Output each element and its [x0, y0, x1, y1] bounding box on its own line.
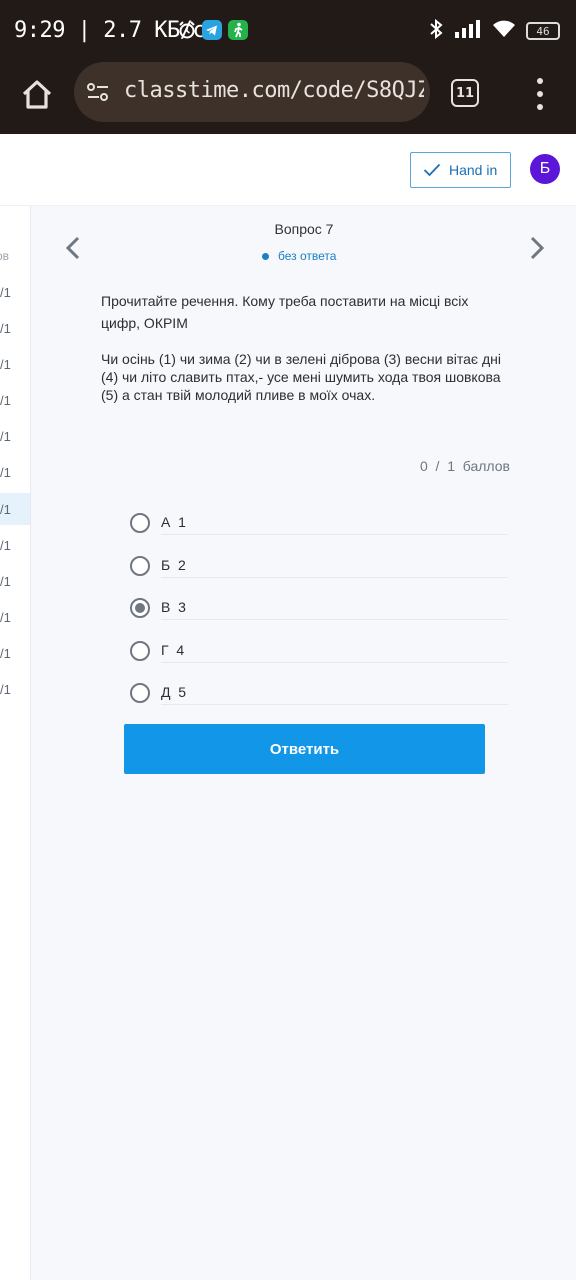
- sidebar-item[interactable]: /1: [0, 348, 30, 380]
- hand-in-label: Hand in: [449, 162, 498, 178]
- answer-option-label[interactable]: Г 4: [161, 642, 184, 658]
- sidebar-item[interactable]: /1: [0, 637, 30, 669]
- address-bar[interactable]: classtime.com/code/S8QJZ8/: [74, 62, 430, 122]
- question-body: Чи осінь (1) чи зима (2) чи в зелені діб…: [101, 351, 501, 403]
- radio-button[interactable]: [130, 683, 150, 703]
- submit-answer-button[interactable]: Ответить: [124, 724, 485, 774]
- sidebar-item[interactable]: /1: [0, 276, 30, 308]
- score: 0 / 1 баллов: [419, 458, 510, 474]
- previous-question-button[interactable]: [63, 236, 83, 260]
- answer-status-label: без ответа: [278, 249, 337, 263]
- sidebar-item[interactable]: /1: [0, 565, 30, 597]
- sidebar-item-active[interactable]: /1: [0, 493, 30, 525]
- hand-in-button[interactable]: Hand in: [410, 152, 511, 188]
- home-icon: [22, 80, 52, 109]
- answer-status: без ответа: [262, 249, 336, 263]
- question-prompt: Прочитайте речення. Кому треба поставити…: [101, 293, 469, 331]
- next-question-button[interactable]: [527, 236, 547, 260]
- radio-button[interactable]: [130, 598, 150, 618]
- battery-icon: 46: [526, 22, 560, 40]
- divider: [161, 576, 508, 578]
- answer-options: А 1 Б 2 В 3 Г 4 Д 5: [130, 508, 508, 721]
- divider: [161, 661, 508, 663]
- sidebar-item[interactable]: /1: [0, 384, 30, 416]
- divider: [161, 704, 508, 705]
- telegram-icon: [202, 20, 222, 40]
- question-list-sidebar: ов /1 /1 /1 /1 /1 /1 /1 /1 /1 /1 /1 /1: [0, 206, 31, 1280]
- sidebar-header: ов: [0, 249, 10, 263]
- alarm-icon: [177, 20, 197, 40]
- signal-icon: [454, 19, 482, 43]
- sidebar-item[interactable]: /1: [0, 456, 30, 488]
- radio-button[interactable]: [130, 513, 150, 533]
- divider: [161, 619, 508, 620]
- answer-option[interactable]: В 3: [130, 593, 508, 636]
- home-button[interactable]: [18, 76, 56, 114]
- answer-option-label[interactable]: Б 2: [161, 557, 186, 573]
- wifi-icon: [492, 19, 516, 43]
- site-settings-icon[interactable]: [86, 82, 110, 102]
- url-text: classtime.com/code/S8QJZ8/: [124, 78, 424, 103]
- question-title: Вопрос 7: [274, 221, 334, 237]
- answer-option-label[interactable]: А 1: [161, 514, 186, 530]
- browser-toolbar: classtime.com/code/S8QJZ8/ 11: [0, 62, 576, 134]
- answer-option[interactable]: А 1: [130, 508, 508, 551]
- answer-option[interactable]: Б 2: [130, 551, 508, 594]
- app-header: Hand in Б: [0, 134, 576, 206]
- sidebar-item[interactable]: /1: [0, 673, 30, 705]
- bluetooth-icon: [428, 18, 444, 44]
- chevron-right-icon: [530, 236, 545, 260]
- status-dot-icon: [262, 252, 269, 260]
- sidebar-item[interactable]: /1: [0, 312, 30, 344]
- status-bar: 9:29 | 2.7 КБ/с 46: [0, 0, 576, 62]
- sidebar-item[interactable]: /1: [0, 529, 30, 561]
- sidebar-item[interactable]: /1: [0, 420, 30, 452]
- radio-button[interactable]: [130, 555, 150, 576]
- sidebar-item[interactable]: /1: [0, 601, 30, 633]
- avatar[interactable]: Б: [530, 154, 560, 184]
- answer-option-label[interactable]: В 3: [161, 599, 186, 615]
- chevron-left-icon: [65, 236, 80, 260]
- answer-option-label[interactable]: Д 5: [161, 684, 186, 700]
- fitness-icon: [228, 20, 248, 40]
- tab-switcher-button[interactable]: 11: [451, 79, 479, 107]
- answer-option[interactable]: Г 4: [130, 636, 508, 679]
- check-icon: [423, 163, 441, 177]
- answer-option[interactable]: Д 5: [130, 678, 508, 721]
- browser-menu-button[interactable]: [534, 78, 546, 110]
- divider: [161, 534, 508, 535]
- radio-button[interactable]: [130, 640, 150, 661]
